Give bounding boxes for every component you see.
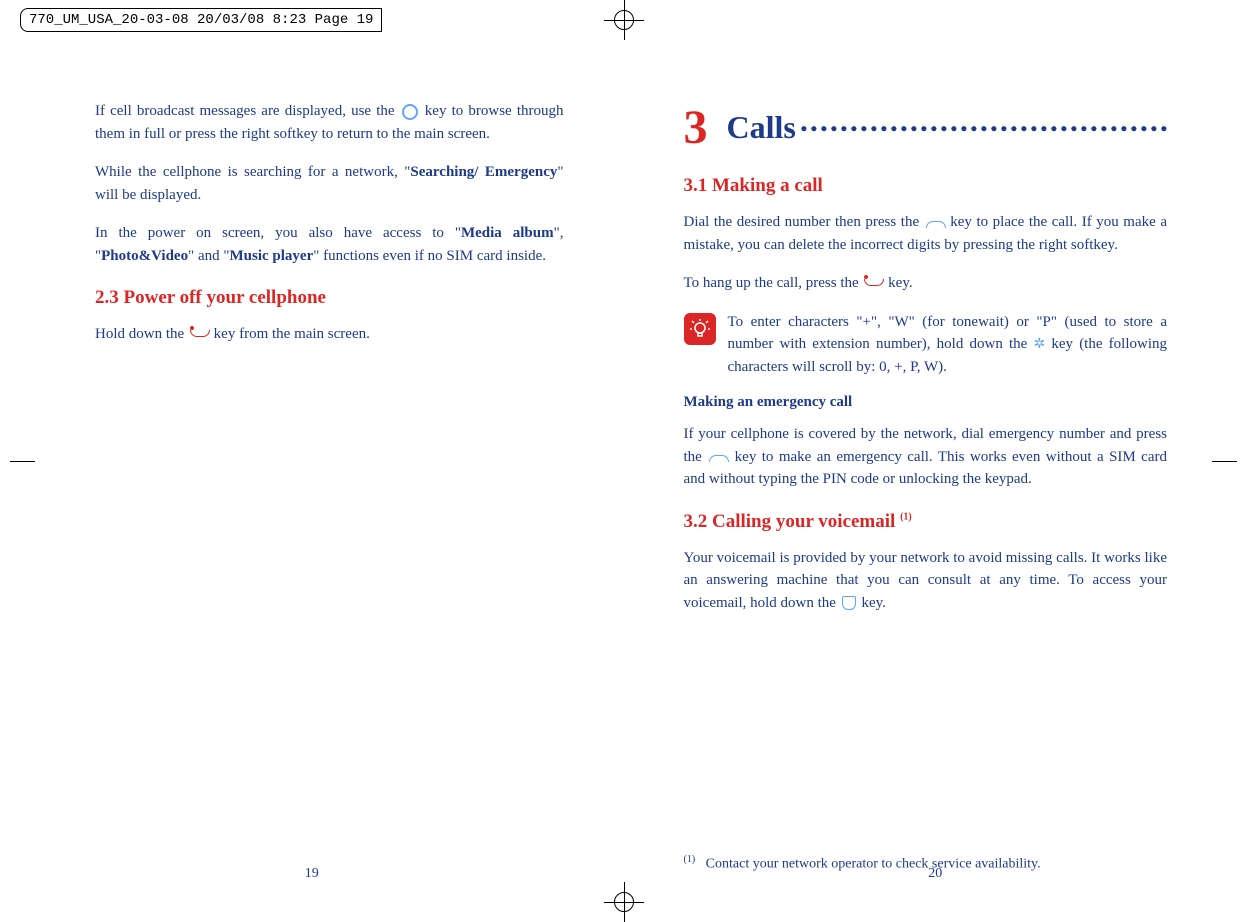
- heading-2-3: 2.3 Power off your cellphone: [95, 287, 564, 309]
- right-page: 3 Calls ................................…: [624, 60, 1247, 922]
- zero-plus-key-icon: ✲: [1033, 334, 1045, 355]
- document-slug: 770_UM_USA_20-03-08 20/03/08 8:23 Page 1…: [20, 8, 382, 32]
- chapter-header: 3 Calls ................................…: [684, 100, 1168, 155]
- paragraph-power-on: In the power on screen, you also have ac…: [95, 222, 564, 267]
- left-page: If cell broadcast messages are displayed…: [0, 60, 624, 922]
- page-number-right: 20: [928, 866, 942, 882]
- page-number-left: 19: [305, 866, 319, 882]
- paragraph-searching: While the cellphone is searching for a n…: [95, 161, 564, 206]
- registration-mark-top: [604, 0, 644, 40]
- call-key-icon: [926, 216, 944, 230]
- paragraph-voicemail: Your voicemail is provided by your netwo…: [684, 547, 1168, 615]
- paragraph-cell-broadcast: If cell broadcast messages are displayed…: [95, 100, 564, 145]
- heading-3-1: 3.1 Making a call: [684, 175, 1168, 197]
- voicemail-key-icon: [842, 596, 856, 610]
- heading-3-2: 3.2 Calling your voicemail (1): [684, 511, 1168, 533]
- subheading-emergency: Making an emergency call: [684, 394, 1168, 411]
- footnote: (1) Contact your network operator to che…: [684, 854, 1168, 873]
- paragraph-hangup: To hang up the call, press the key.: [684, 272, 1168, 295]
- lightbulb-icon: [684, 313, 716, 345]
- nav-key-icon: [402, 104, 418, 120]
- end-key-icon: [864, 277, 882, 291]
- spread-container: If cell broadcast messages are displayed…: [0, 0, 1247, 922]
- chapter-dots: .....................................: [800, 102, 1167, 138]
- chapter-number: 3: [684, 100, 708, 155]
- call-key-icon: [709, 450, 727, 464]
- tip-box: To enter characters "+", "W" (for tonewa…: [684, 311, 1168, 379]
- paragraph-hold-down: Hold down the key from the main screen.: [95, 323, 564, 346]
- paragraph-emergency: If your cellphone is covered by the netw…: [684, 423, 1168, 491]
- paragraph-dial: Dial the desired number then press the k…: [684, 211, 1168, 256]
- end-key-icon: [190, 328, 208, 342]
- chapter-title: Calls: [727, 109, 796, 146]
- tip-text: To enter characters "+", "W" (for tonewa…: [728, 311, 1168, 379]
